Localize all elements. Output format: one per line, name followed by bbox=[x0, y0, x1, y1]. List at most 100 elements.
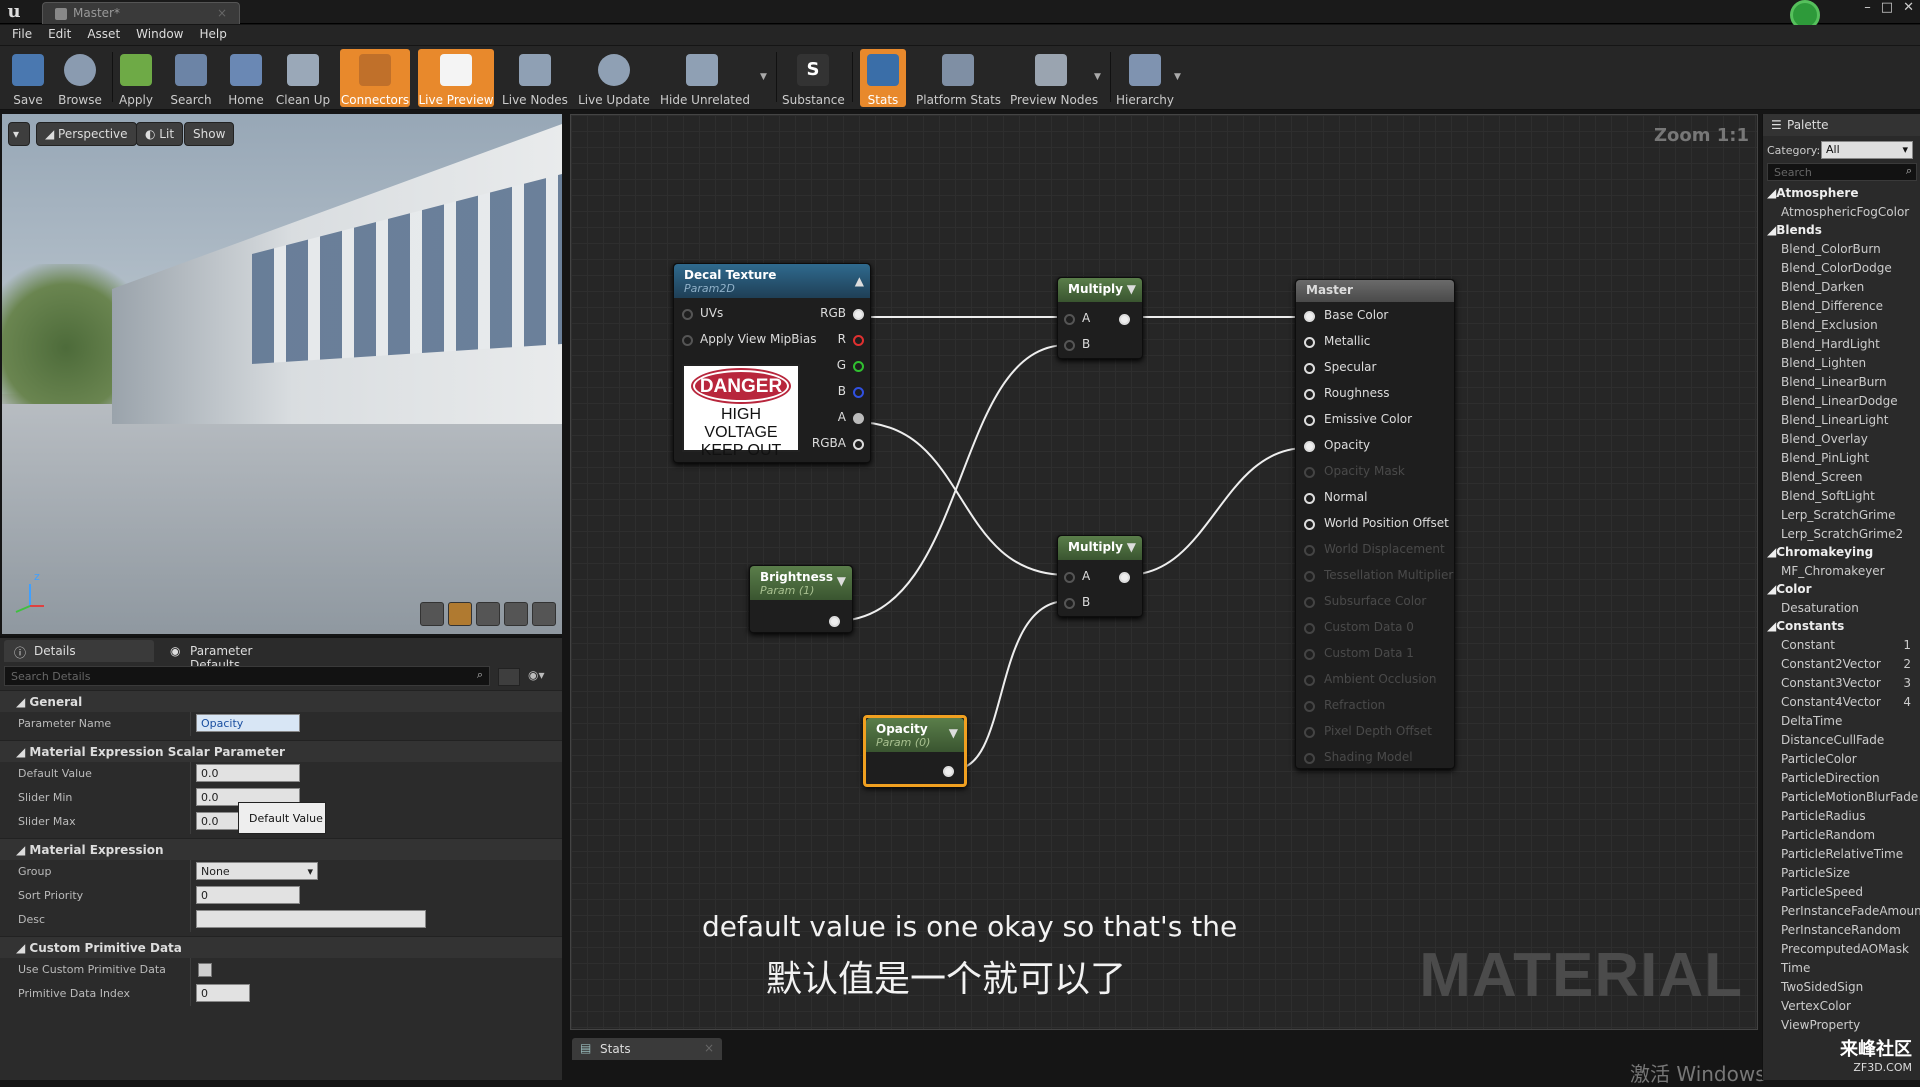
chevron-down-icon[interactable]: ▼ bbox=[1127, 282, 1136, 296]
minimize-icon[interactable]: – bbox=[1864, 0, 1871, 15]
palette-item[interactable]: ParticleSize bbox=[1763, 864, 1920, 883]
chevron-down-icon[interactable]: ▼ bbox=[1174, 72, 1181, 82]
show-button[interactable]: Show bbox=[184, 122, 235, 146]
palette-group[interactable]: ◢Atmosphere bbox=[1763, 185, 1920, 203]
search-details-input[interactable]: Search Details ⌕ bbox=[4, 666, 490, 686]
palette-item[interactable]: PerInstanceFadeAmount bbox=[1763, 902, 1920, 921]
palette-item[interactable]: Blend_ColorDodge bbox=[1763, 259, 1920, 278]
master-pin[interactable] bbox=[1304, 519, 1315, 530]
maximize-icon[interactable]: □ bbox=[1881, 0, 1893, 15]
master-pin[interactable] bbox=[1304, 389, 1315, 400]
section-custom-primitive-data[interactable]: ◢ Custom Primitive Data bbox=[0, 936, 562, 958]
palette-item[interactable]: Lerp_ScratchGrime bbox=[1763, 506, 1920, 525]
palette-item[interactable]: Constant2Vector 2 bbox=[1763, 655, 1920, 674]
palette-item[interactable]: Blend_LinearDodge bbox=[1763, 392, 1920, 411]
palette-item[interactable]: Time bbox=[1763, 959, 1920, 978]
palette-item[interactable]: ViewProperty bbox=[1763, 1016, 1920, 1035]
chevron-down-icon[interactable]: ▼ bbox=[837, 574, 846, 588]
preview-nodes-button[interactable]: Preview Nodes bbox=[1010, 49, 1098, 107]
pin-rgb[interactable] bbox=[853, 309, 864, 320]
palette-item[interactable]: Blend_ColorBurn bbox=[1763, 240, 1920, 259]
chevron-down-icon[interactable]: ▼ bbox=[949, 726, 958, 740]
clean-up-button[interactable]: Clean Up bbox=[274, 49, 332, 107]
palette-search-input[interactable]: Search ⌕ bbox=[1767, 163, 1917, 181]
palette-item[interactable]: ParticleRandom bbox=[1763, 826, 1920, 845]
palette-item[interactable]: Blend_Darken bbox=[1763, 278, 1920, 297]
menu-help[interactable]: Help bbox=[195, 25, 238, 45]
master-pin[interactable] bbox=[1304, 493, 1315, 504]
menu-edit[interactable]: Edit bbox=[44, 25, 83, 45]
master-pin[interactable] bbox=[1304, 337, 1315, 348]
live-nodes-button[interactable]: Live Nodes bbox=[502, 49, 568, 107]
cylinder-icon[interactable] bbox=[420, 602, 444, 626]
menu-asset[interactable]: Asset bbox=[83, 25, 132, 45]
live-update-button[interactable]: Live Update bbox=[578, 49, 650, 107]
pin-a[interactable] bbox=[853, 413, 864, 424]
pin-rgba[interactable] bbox=[853, 439, 864, 450]
master-pin[interactable] bbox=[1304, 701, 1315, 712]
lit-button[interactable]: ◐ Lit bbox=[136, 122, 184, 146]
palette-item[interactable]: PrecomputedAOMask bbox=[1763, 940, 1920, 959]
palette-item[interactable]: ParticleRelativeTime bbox=[1763, 845, 1920, 864]
pin-uvs[interactable] bbox=[682, 309, 693, 320]
collapse-arrow-icon[interactable]: ▲ bbox=[855, 274, 864, 288]
palette-group[interactable]: ◢Blends bbox=[1763, 222, 1920, 240]
palette-item[interactable]: Blend_Exclusion bbox=[1763, 316, 1920, 335]
pin-multiply-1-b[interactable] bbox=[1064, 340, 1075, 351]
eye-icon[interactable]: ◉▾ bbox=[528, 668, 545, 682]
palette-item[interactable]: MF_Chromakeyer bbox=[1763, 562, 1920, 581]
tab-parameter-defaults[interactable]: ◉ Parameter Defaults bbox=[160, 640, 302, 672]
palette-item[interactable]: Blend_HardLight bbox=[1763, 335, 1920, 354]
menu-file[interactable]: File bbox=[8, 25, 44, 45]
cube-icon[interactable] bbox=[504, 602, 528, 626]
pin-g[interactable] bbox=[853, 361, 864, 372]
category-dropdown[interactable]: All ▾ bbox=[1821, 141, 1913, 159]
pin-multiply-1-a[interactable] bbox=[1064, 314, 1075, 325]
palette-item[interactable]: Blend_LinearBurn bbox=[1763, 373, 1920, 392]
section-scalar-parameter[interactable]: ◢ Material Expression Scalar Parameter bbox=[0, 740, 562, 762]
chevron-down-icon[interactable]: ▼ bbox=[760, 72, 767, 82]
palette-item[interactable]: DistanceCullFade bbox=[1763, 731, 1920, 750]
master-pin[interactable] bbox=[1304, 467, 1315, 478]
chevron-down-icon[interactable]: ▼ bbox=[1127, 540, 1136, 554]
palette-item[interactable]: Constant4Vector 4 bbox=[1763, 693, 1920, 712]
live-preview-button[interactable]: Live Preview bbox=[418, 49, 494, 107]
master-pin[interactable] bbox=[1304, 649, 1315, 660]
master-pin[interactable] bbox=[1304, 415, 1315, 426]
apply-button[interactable]: Apply bbox=[116, 49, 156, 107]
palette-item[interactable]: Blend_SoftLight bbox=[1763, 487, 1920, 506]
palette-item[interactable]: ParticleColor bbox=[1763, 750, 1920, 769]
palette-item[interactable]: Lerp_ScratchGrime2 bbox=[1763, 525, 1920, 544]
viewport-options-button[interactable]: ▾ bbox=[8, 122, 30, 146]
desc-input[interactable] bbox=[196, 910, 426, 928]
palette-item[interactable]: ParticleRadius bbox=[1763, 807, 1920, 826]
master-pin[interactable] bbox=[1304, 545, 1315, 556]
palette-item[interactable]: PerInstanceRandom bbox=[1763, 921, 1920, 940]
master-pin[interactable] bbox=[1304, 623, 1315, 634]
master-pin[interactable] bbox=[1304, 597, 1315, 608]
plane-icon[interactable] bbox=[476, 602, 500, 626]
pin-brightness-out[interactable] bbox=[829, 616, 840, 627]
material-graph[interactable]: Zoom 1:1 MATERIAL Decal Texture Param2D ▲… bbox=[570, 114, 1758, 1030]
node-decal-texture[interactable]: Decal Texture Param2D ▲ UVs Apply View Mi… bbox=[673, 263, 871, 463]
use-custom-primitive-checkbox[interactable] bbox=[198, 963, 212, 977]
save-button[interactable]: Save bbox=[8, 49, 48, 107]
master-pin[interactable] bbox=[1304, 311, 1315, 322]
hide-unrelated-button[interactable]: Hide Unrelated bbox=[660, 49, 750, 107]
node-opacity-param[interactable]: Opacity Param (0) ▼ bbox=[863, 715, 967, 787]
master-pin[interactable] bbox=[1304, 441, 1315, 452]
connectors-button[interactable]: Connectors bbox=[340, 49, 410, 107]
pin-r[interactable] bbox=[853, 335, 864, 346]
pin-b[interactable] bbox=[853, 387, 864, 398]
node-multiply-1[interactable]: Multiply ▼ A B bbox=[1057, 277, 1143, 359]
preview-viewport[interactable]: ▾ ◢ Perspective ◐ Lit Show z bbox=[2, 114, 562, 634]
palette-item[interactable]: AtmosphericFogColor bbox=[1763, 203, 1920, 222]
group-dropdown[interactable]: None ▾ bbox=[196, 862, 318, 880]
palette-item[interactable]: Blend_Overlay bbox=[1763, 430, 1920, 449]
palette-item[interactable]: Blend_Screen bbox=[1763, 468, 1920, 487]
master-pin[interactable] bbox=[1304, 753, 1315, 764]
parameter-name-input[interactable]: Opacity bbox=[196, 714, 300, 732]
pin-multiply-1-out[interactable] bbox=[1119, 314, 1130, 325]
substance-button[interactable]: S Substance bbox=[782, 49, 845, 107]
palette-item[interactable]: Constant3Vector 3 bbox=[1763, 674, 1920, 693]
